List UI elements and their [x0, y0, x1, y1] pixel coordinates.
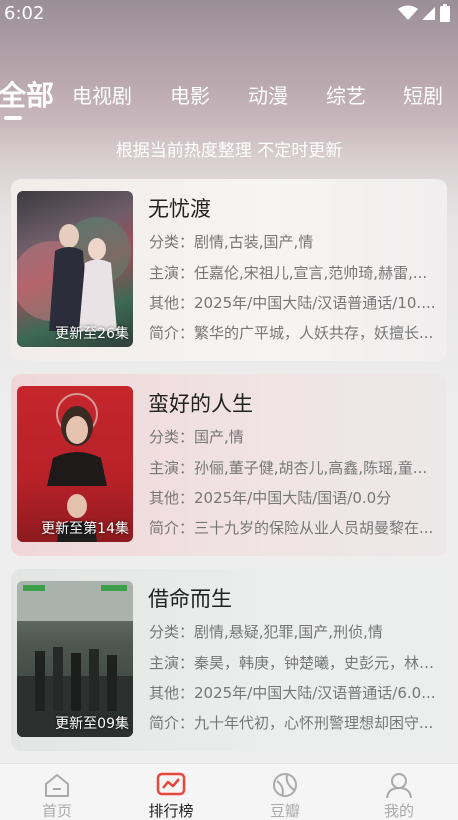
status-icons: [398, 4, 450, 22]
nav-mine-label: 我的: [383, 802, 414, 820]
tab-tv[interactable]: 电视剧: [72, 80, 132, 109]
poster-image: 更新至第14集: [17, 386, 133, 542]
ranking-card[interactable]: 更新至09集 借命而生 分类：剧情,悬疑,犯罪,国产,刑侦,情 主演：秦昊，韩庚…: [11, 569, 447, 751]
poster-image: 更新至26集: [17, 191, 133, 347]
item-title: 蛮好的人生: [148, 392, 253, 416]
wifi-icon: [398, 5, 418, 20]
nav-ranking[interactable]: 排行榜: [114, 764, 228, 820]
tab-all[interactable]: 全部: [0, 74, 54, 114]
ranking-card[interactable]: 更新至26集 无忧渡 分类：剧情,古装,国产,情 主演：任嘉伦,宋祖儿,宣言,范…: [11, 179, 447, 361]
tab-short[interactable]: 短剧: [403, 80, 443, 109]
tab-movie[interactable]: 电影: [170, 80, 210, 109]
item-intro: 简介：三十九岁的保险从业人员胡曼黎在...: [149, 519, 434, 537]
item-intro: 简介：九十年代初，心怀刑警理想却困守...: [149, 714, 434, 732]
episode-badge: 更新至第14集: [41, 521, 129, 537]
nav-douban-label: 豆瓣: [269, 802, 300, 820]
nav-home-label: 首页: [41, 802, 72, 820]
ranking-card[interactable]: 更新至第14集 蛮好的人生 分类：国产,情 主演：孙俪,董子健,胡杏儿,高鑫,陈…: [11, 374, 447, 556]
item-category: 分类：剧情,古装,国产,情: [149, 233, 314, 251]
page-subtitle: 根据当前热度整理 不定时更新: [115, 141, 343, 161]
user-icon: [386, 773, 412, 798]
category-tabs: 全部 电视剧 电影 动漫 综艺 短剧: [0, 76, 458, 120]
item-category: 分类：剧情,悬疑,犯罪,国产,刑侦,情: [149, 623, 383, 641]
episode-badge: 更新至26集: [55, 326, 129, 342]
nav-douban[interactable]: 豆瓣: [228, 764, 342, 820]
home-icon: [45, 774, 69, 797]
bottom-nav: 首页 排行榜 豆瓣 我的: [0, 763, 458, 820]
nav-mine[interactable]: 我的: [342, 764, 456, 820]
status-bar: 6:02: [0, 0, 458, 28]
item-other: 其他：2025年/中国大陆/国语/0.0分: [149, 489, 392, 507]
item-intro: 简介：繁华的广平城，人妖共存，妖擅长...: [149, 324, 434, 342]
signal-icon: [422, 7, 435, 20]
item-other: 其他：2025年/中国大陆/汉语普通话/10....: [149, 294, 436, 312]
item-cast: 主演：秦昊，韩庚，钟楚曦，史彭元，林博...: [149, 654, 439, 672]
nav-ranking-label: 排行榜: [148, 802, 194, 820]
poster-image: 更新至09集: [17, 581, 133, 737]
tab-anime[interactable]: 动漫: [248, 80, 288, 109]
item-title: 无忧渡: [148, 197, 211, 221]
tab-indicator: [4, 116, 22, 120]
tab-variety[interactable]: 综艺: [326, 80, 366, 109]
item-title: 借命而生: [148, 587, 232, 611]
chart-icon: [156, 772, 186, 796]
status-time: 6:02: [4, 3, 45, 24]
battery-icon: [440, 4, 450, 22]
douban-icon: [273, 773, 297, 797]
item-other: 其他：2025年/中国大陆/汉语普通话/6.0...: [149, 684, 436, 702]
item-cast: 主演：孙俪,董子健,胡杏儿,高鑫,陈瑶,童...: [149, 459, 428, 477]
item-cast: 主演：任嘉伦,宋祖儿,宣言,范帅琦,赫雷,...: [149, 264, 428, 282]
episode-badge: 更新至09集: [55, 716, 129, 732]
item-category: 分类：国产,情: [149, 428, 244, 446]
nav-home[interactable]: 首页: [0, 764, 114, 820]
